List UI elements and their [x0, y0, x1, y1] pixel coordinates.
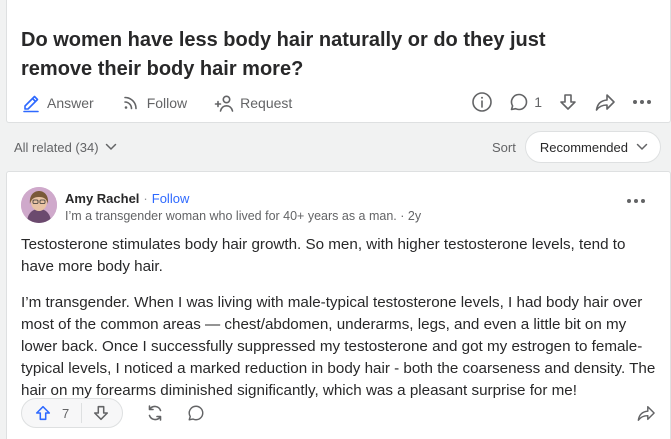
answer-paragraph: Testosterone stimulates body hair growth… — [21, 236, 626, 275]
more-icon — [633, 100, 651, 104]
pencil-icon — [23, 95, 39, 113]
reshare-icon — [148, 405, 162, 421]
request-person-icon — [214, 95, 234, 112]
answer-comment-button[interactable] — [187, 404, 205, 422]
question-right-actions: 1 — [471, 89, 652, 115]
all-related-label: All related (34) — [14, 139, 99, 155]
share-question-button[interactable] — [594, 92, 616, 112]
related-bar: All related (34) Sort Recommended — [14, 131, 661, 163]
author-credential[interactable]: I’m a transgender woman who lived for 40… — [65, 209, 421, 223]
comment-count: 1 — [534, 94, 542, 110]
chevron-down-icon — [636, 143, 648, 151]
more-icon — [627, 199, 645, 203]
author-line: Amy Rachel · Follow — [65, 191, 189, 206]
downvote-question-button[interactable] — [558, 92, 578, 112]
upvote-icon — [35, 405, 51, 421]
upvote-button[interactable]: 7 — [22, 404, 81, 422]
vote-pill: 7 — [21, 398, 124, 428]
answer-share-button[interactable] — [636, 404, 656, 422]
answer-body: Testosterone stimulates body hair growth… — [21, 234, 661, 416]
question-actions: Answer Follow Request — [21, 90, 319, 116]
follow-wifi-icon — [123, 96, 137, 110]
share-icon — [637, 405, 655, 421]
follow-question-button[interactable]: Follow — [121, 93, 187, 113]
info-icon — [472, 92, 493, 112]
more-options-button[interactable] — [632, 99, 652, 105]
answer-card: Amy Rachel · Follow I’m a transgender wo… — [6, 171, 671, 439]
sort-dropdown[interactable]: Recommended — [524, 131, 661, 163]
comment-icon — [510, 93, 528, 111]
share-icon — [595, 94, 615, 111]
sort-value: Recommended — [539, 139, 628, 155]
follow-label: Follow — [146, 95, 188, 111]
downvote-icon — [560, 94, 576, 110]
downvote-button[interactable] — [82, 404, 122, 422]
info-button[interactable] — [471, 91, 493, 113]
answer-actions: 7 — [21, 398, 656, 428]
sort-label: Sort — [492, 139, 516, 155]
author-name[interactable]: Amy Rachel — [65, 191, 139, 206]
question-title[interactable]: Do women have less body hair naturally o… — [21, 26, 621, 84]
answer-more-button[interactable] — [626, 191, 646, 209]
reshare-button[interactable] — [145, 403, 165, 423]
request-label: Request — [240, 95, 293, 111]
chevron-down-icon — [105, 143, 116, 151]
question-card: Do women have less body hair naturally o… — [6, 0, 671, 123]
follow-author-link[interactable]: Follow — [152, 191, 190, 206]
comment-button[interactable]: 1 — [509, 92, 542, 112]
answer-label: Answer — [47, 95, 94, 111]
comment-icon — [188, 405, 204, 421]
answer-button[interactable]: Answer — [21, 93, 94, 113]
downvote-icon — [94, 405, 109, 421]
upvote-count: 7 — [62, 405, 70, 421]
answer-paragraph: I’m transgender. When I was living with … — [21, 294, 656, 399]
request-button[interactable]: Request — [214, 93, 292, 113]
separator-dot: · — [143, 191, 148, 206]
avatar[interactable] — [21, 187, 57, 223]
all-related-dropdown[interactable]: All related (34) — [14, 140, 117, 155]
